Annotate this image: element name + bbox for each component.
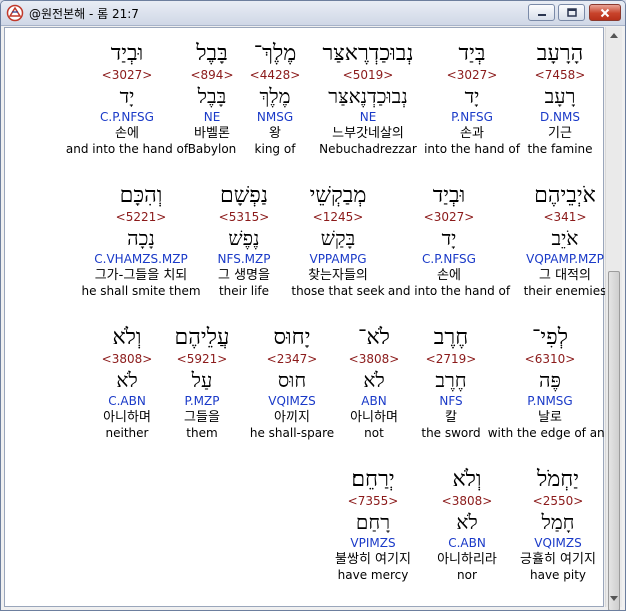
strong-number[interactable]: <5221> [76, 210, 206, 225]
hebrew-lemma: יָד [119, 84, 135, 108]
english-gloss: and into the hand of [65, 142, 189, 156]
english-gloss: he shall smite them [81, 284, 201, 298]
english-gloss: have mercy [337, 568, 409, 582]
hebrew-word: וּבְיַד [432, 183, 466, 208]
maximize-icon [566, 8, 577, 17]
minimize-button[interactable] [528, 4, 555, 21]
arrow-down-icon [610, 596, 618, 601]
word-cell[interactable]: וּבְיַד <3027> יָד C.P.NFSG 손에 and into the h… [384, 182, 514, 299]
word-cell[interactable]: יְרַחֵם׃ <7355> רָחַם VPIMZS 불쌍히 여기지 have mer… [308, 466, 438, 583]
scroll-down-button[interactable] [606, 590, 622, 607]
hebrew-word: וְלֹא [112, 325, 142, 350]
scrollbar-thumb[interactable] [608, 271, 620, 610]
strong-number[interactable]: <3027> [384, 210, 514, 225]
hebrew-lemma: רָחַם [355, 510, 391, 534]
app-logo-icon [6, 4, 24, 22]
parsing-code: C.VHAMZS.MZP [94, 252, 188, 266]
scroll-up-button[interactable] [606, 27, 622, 44]
hebrew-word: וּבְיַד [110, 41, 144, 66]
word-cell[interactable]: וּבְיַד <3027> יָד C.P.NFSG 손에 and into the h… [62, 40, 192, 157]
korean-gloss: 손에 [437, 268, 461, 283]
interlinear-text-area[interactable]: הָרָעָב <7458> רָעָב D.NMS 기근 the famine בְּיַ… [4, 27, 612, 607]
korean-gloss: 불쌍히 여기지 [335, 552, 411, 567]
korean-gloss: 아니하며 [103, 410, 151, 425]
close-icon [600, 8, 610, 17]
title-bar[interactable]: @원전본해 - 롬 21:7 [1, 1, 625, 26]
strong-number[interactable]: <7355> [308, 494, 438, 509]
clipped-previous-line [5, 28, 603, 32]
window-title: @원전본해 - 롬 21:7 [29, 7, 139, 21]
english-gloss: neither [105, 426, 149, 440]
hebrew-lemma: נָכָה [127, 226, 155, 250]
hebrew-lemma: יָד [441, 226, 457, 250]
strong-number[interactable]: <3027> [62, 68, 192, 83]
word-cell[interactable]: וְהִכָּם <5221> נָכָה C.VHAMZS.MZP 그가-그들을 치되… [76, 182, 206, 299]
minimize-icon [537, 13, 546, 16]
parsing-code: C.P.NFSG [100, 110, 154, 124]
word-cell[interactable]: וְלֹא <3808> לֹא C.ABN 아니하며 neither [62, 324, 192, 441]
korean-gloss: 손에 [115, 126, 139, 141]
strong-number[interactable]: <3808> [62, 352, 192, 367]
app-window: @원전본해 - 롬 21:7 הָרָעָב <7458> רָעָב D.NMS 기근… [0, 0, 626, 611]
hebrew-word: יְרַחֵם׃ [351, 467, 395, 492]
korean-gloss: 그가-그들을 치되 [94, 268, 188, 283]
vertical-scrollbar[interactable] [605, 27, 622, 610]
hebrew-lemma: לֹא [116, 368, 138, 392]
parsing-code: C.P.NFSG [422, 252, 476, 266]
english-gloss: and into the hand of [387, 284, 511, 298]
hebrew-word: וְהִכָּם [119, 183, 163, 208]
close-button[interactable] [589, 4, 621, 21]
parsing-code: C.ABN [108, 394, 146, 408]
maximize-button[interactable] [558, 4, 585, 21]
arrow-up-icon [610, 33, 618, 38]
parsing-code: VPIMZS [350, 536, 396, 550]
